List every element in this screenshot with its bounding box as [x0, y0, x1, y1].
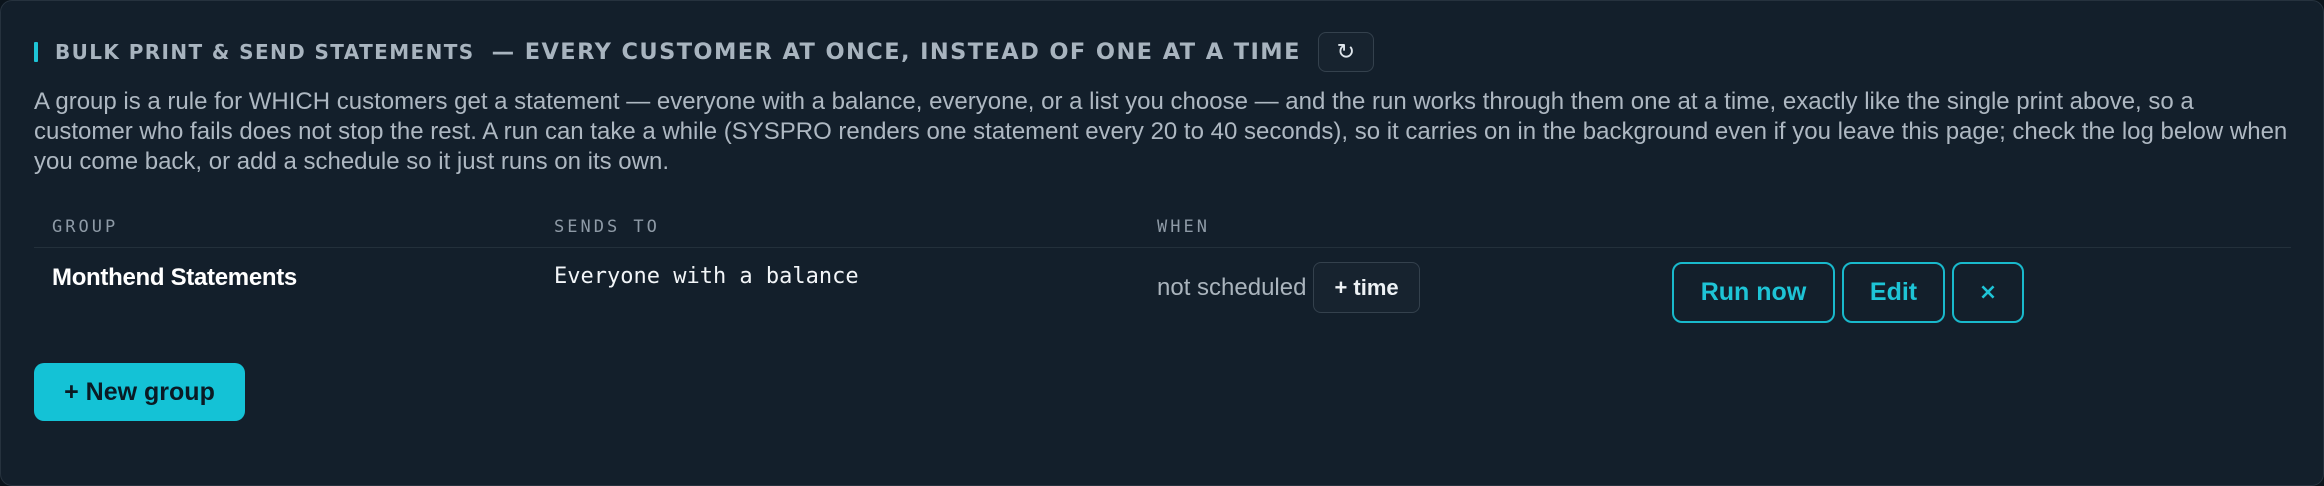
schedule-status: not scheduled [1157, 273, 1307, 301]
row-actions: Run now Edit × [1672, 262, 2031, 323]
edit-button[interactable]: Edit [1842, 262, 1945, 323]
new-group-button[interactable]: + New group [34, 363, 245, 421]
sends-to-value: Everyone with a balance [554, 264, 859, 289]
close-icon: × [1978, 280, 1998, 305]
table-row: Monthend Statements Everyone with a bala… [34, 251, 2291, 341]
section-header: BULK PRINT & SEND STATEMENTS — EVERY CUS… [34, 31, 1374, 73]
run-now-button[interactable]: Run now [1672, 262, 1835, 323]
column-header-sends-to: SENDS TO [554, 217, 660, 237]
when-cell: not scheduled + time [1157, 262, 1420, 313]
column-header-when: WHEN [1157, 217, 1210, 237]
add-time-button[interactable]: + time [1313, 262, 1420, 313]
section-subtitle: — EVERY CUSTOMER AT ONCE, INSTEAD OF ONE… [491, 39, 1301, 65]
bulk-statements-panel: BULK PRINT & SEND STATEMENTS — EVERY CUS… [0, 0, 2324, 486]
accent-bar [34, 42, 38, 62]
table-header: GROUP SENDS TO WHEN [34, 215, 2291, 248]
refresh-button[interactable]: ↻ [1317, 32, 1374, 72]
group-name: Monthend Statements [52, 264, 297, 291]
column-header-group: GROUP [52, 217, 119, 237]
section-title: BULK PRINT & SEND STATEMENTS [55, 40, 475, 64]
section-description: A group is a rule for WHICH customers ge… [34, 88, 2288, 175]
delete-button[interactable]: × [1952, 262, 2024, 323]
refresh-icon: ↻ [1336, 39, 1356, 65]
